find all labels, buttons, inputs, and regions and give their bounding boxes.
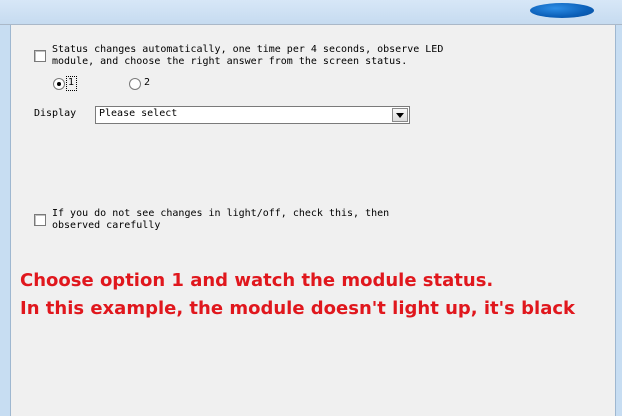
radio-option-2-label: 2 — [144, 77, 151, 88]
display-select-value: Please select — [99, 108, 178, 119]
window-left-frame — [0, 25, 11, 416]
auto-status-label: Status changes automatically, one time p… — [52, 44, 444, 67]
radio-option-1-label: 1 — [68, 77, 75, 88]
annotation-line-1: Choose option 1 and watch the module sta… — [20, 270, 494, 291]
observe-carefully-checkbox[interactable] — [34, 214, 46, 226]
chevron-down-icon[interactable] — [392, 108, 408, 122]
observe-carefully-label: If you do not see changes in light/off, … — [52, 208, 390, 231]
display-select[interactable]: Please select — [95, 106, 410, 124]
auto-status-checkbox[interactable] — [34, 50, 46, 62]
radio-option-1[interactable] — [53, 78, 65, 90]
window-top-strip — [0, 0, 622, 24]
logo-icon — [530, 3, 594, 18]
display-label: Display — [34, 108, 77, 119]
window-right-frame — [615, 25, 622, 416]
radio-option-2[interactable] — [129, 78, 141, 90]
annotation-line-2: In this example, the module doesn't ligh… — [20, 298, 575, 319]
